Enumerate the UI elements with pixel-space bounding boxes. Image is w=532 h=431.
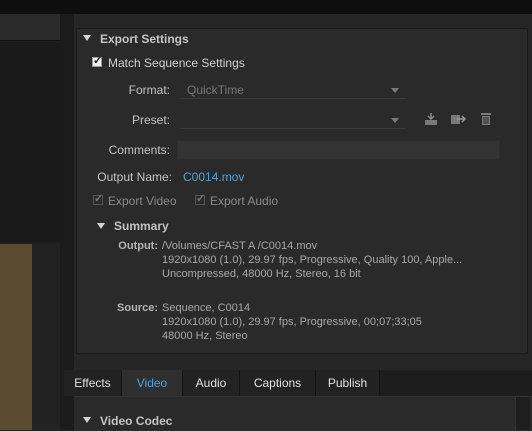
import-preset-icon[interactable] bbox=[450, 112, 467, 128]
comments-input[interactable] bbox=[177, 140, 500, 160]
tab-publish[interactable]: Publish bbox=[316, 370, 380, 396]
summary-source-line: 1920x1080 (1.0), 29.97 fps, Progressive,… bbox=[162, 316, 422, 328]
collapse-video-codec-icon[interactable] bbox=[83, 417, 91, 423]
checkmark-icon: ✓ bbox=[94, 193, 104, 205]
delete-preset-icon[interactable] bbox=[479, 112, 493, 128]
format-value: QuickTime bbox=[187, 83, 244, 97]
video-codec-title: Video Codec bbox=[100, 414, 173, 428]
summary-title: Summary bbox=[114, 219, 169, 233]
chevron-down-icon bbox=[391, 88, 399, 93]
tab-video[interactable]: Video bbox=[122, 370, 183, 396]
chevron-down-icon bbox=[391, 118, 399, 123]
preview-border bbox=[32, 244, 60, 430]
comments-value bbox=[178, 141, 182, 155]
summary-output-line: Uncompressed, 48000 Hz, Stereo, 16 bit bbox=[162, 268, 361, 280]
summary-source-line: Sequence, C0014 bbox=[162, 302, 251, 314]
checkmark-icon: ✓ bbox=[196, 193, 206, 205]
video-preview-frame bbox=[0, 244, 33, 430]
export-audio-label: Export Audio bbox=[210, 194, 279, 208]
tab-captions[interactable]: Captions bbox=[240, 370, 316, 396]
export-video-label: Export Video bbox=[108, 194, 177, 208]
preset-dropdown[interactable] bbox=[180, 111, 406, 129]
format-label: Format: bbox=[128, 83, 170, 97]
summary-output-line: 1920x1080 (1.0), 29.97 fps, Progressive,… bbox=[162, 254, 463, 266]
comments-label: Comments: bbox=[108, 143, 170, 157]
export-video-checkbox[interactable]: ✓ bbox=[93, 193, 104, 205]
export-audio-checkbox[interactable]: ✓ bbox=[195, 193, 206, 205]
summary-source-line: 48000 Hz, Stereo bbox=[162, 330, 248, 342]
preview-area bbox=[0, 42, 60, 242]
collapse-export-settings-icon[interactable] bbox=[83, 35, 91, 41]
preset-label: Preset: bbox=[131, 113, 170, 127]
match-sequence-checkbox[interactable]: ✓ bbox=[92, 55, 103, 67]
panel-divider[interactable] bbox=[60, 14, 74, 430]
output-name-label: Output Name: bbox=[97, 170, 172, 184]
output-name-link[interactable]: C0014.mov bbox=[183, 170, 244, 184]
match-sequence-label: Match Sequence Settings bbox=[108, 56, 245, 70]
collapse-summary-icon[interactable] bbox=[97, 223, 105, 229]
export-settings-title: Export Settings bbox=[100, 32, 189, 46]
format-dropdown[interactable]: QuickTime bbox=[180, 81, 406, 99]
checkmark-icon: ✓ bbox=[93, 55, 103, 67]
tab-audio[interactable]: Audio bbox=[183, 370, 240, 396]
save-preset-icon[interactable] bbox=[423, 112, 439, 128]
window-top-bar bbox=[0, 0, 532, 14]
tab-effects[interactable]: Effects bbox=[64, 370, 122, 396]
source-panel-toolbar bbox=[0, 14, 60, 41]
summary-output-line: /Volumes/CFAST A /C0014.mov bbox=[162, 240, 318, 252]
scrollbar[interactable] bbox=[515, 397, 530, 430]
summary-output-label: Output: bbox=[118, 240, 158, 252]
summary-source-label: Source: bbox=[117, 302, 158, 314]
